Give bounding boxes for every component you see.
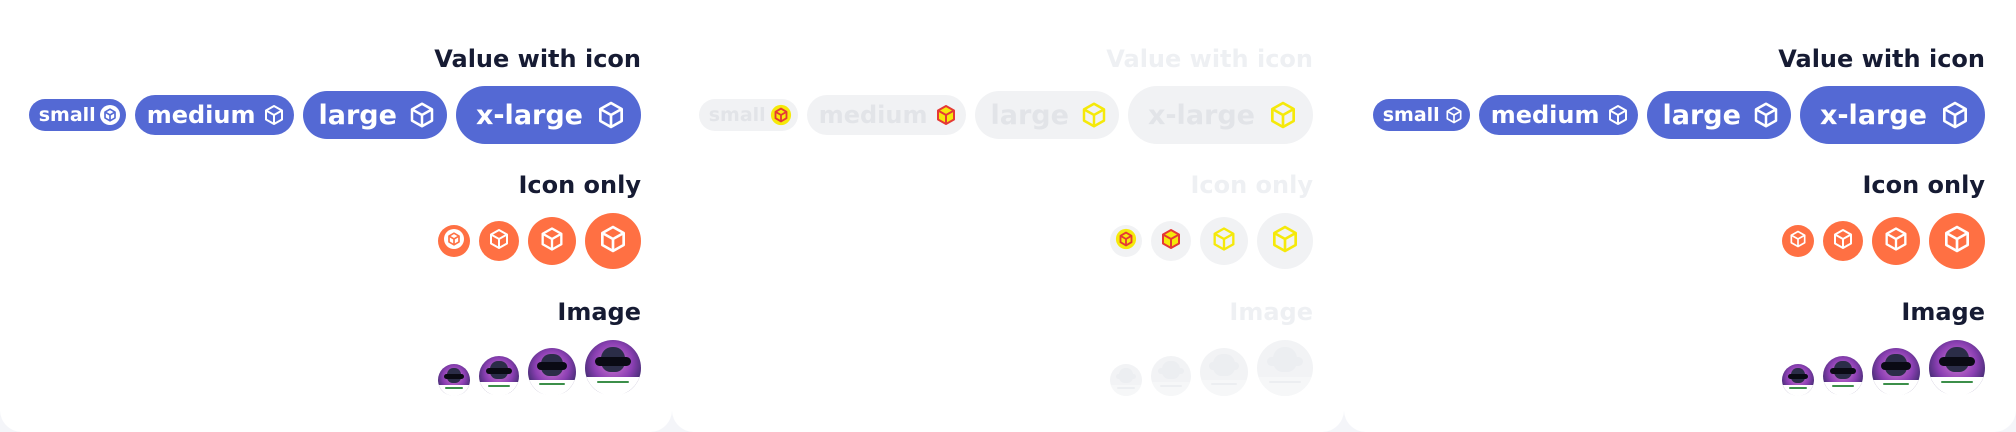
avatar-large <box>1200 348 1248 396</box>
badge-panel-2-disabled: Value with icon small medium large x-lar… <box>672 0 1344 432</box>
badge-medium: medium <box>134 95 294 135</box>
badge-x-large: x-large <box>1127 86 1313 144</box>
cube-icon <box>538 225 566 257</box>
avatar-small <box>438 364 470 396</box>
section-title-image: Image <box>557 298 641 326</box>
badge-label: large <box>318 99 397 131</box>
cube-icon <box>1831 227 1855 255</box>
cube-icon <box>1788 229 1808 253</box>
cube-icon <box>99 105 120 125</box>
badge-label: x-large <box>475 99 583 131</box>
icon-badge-medium <box>1151 221 1191 261</box>
icon-badge-medium <box>1823 221 1863 261</box>
icon-badge-large <box>528 217 576 265</box>
cube-icon <box>934 103 958 127</box>
avatar-small <box>1110 364 1142 396</box>
badge-label: small <box>38 104 96 126</box>
badge-label: medium <box>818 101 928 129</box>
badge-label: large <box>1662 99 1741 131</box>
avatar-medium <box>479 356 519 396</box>
badge-label: medium <box>146 101 256 129</box>
icon-badge-medium <box>479 221 519 261</box>
avatar-x-large <box>1257 340 1313 396</box>
avatar-x-large <box>585 340 641 396</box>
badge-large: large <box>974 91 1119 139</box>
cube-icon <box>1159 227 1183 255</box>
section-title-image: Image <box>1229 298 1313 326</box>
icon-badge-small <box>1110 225 1142 257</box>
section-title-icon-only: Icon only <box>1862 171 1985 199</box>
cube-icon <box>597 223 629 259</box>
section-title-value-with-icon: Value with icon <box>1106 45 1313 73</box>
badge-label: small <box>1382 104 1440 126</box>
cube-icon <box>1751 100 1781 130</box>
badge-x-large: x-large <box>455 86 641 144</box>
avatar-large <box>528 348 576 396</box>
badge-medium: medium <box>1478 95 1638 135</box>
cube-icon <box>1444 105 1464 125</box>
badge-panel-3: Value with icon small medium large x-lar… <box>1344 0 2016 432</box>
badge-large: large <box>1646 91 1791 139</box>
section-title-icon-only: Icon only <box>518 171 641 199</box>
icon-badge-x-large <box>1929 213 1985 269</box>
badge-large: large <box>302 91 447 139</box>
cube-icon <box>1269 223 1301 259</box>
avatar-medium <box>1151 356 1191 396</box>
cube-icon <box>487 227 511 255</box>
icon-badge-small <box>1782 225 1814 257</box>
cube-icon <box>1939 99 1971 131</box>
cube-icon <box>1210 225 1238 257</box>
badge-label: x-large <box>1147 99 1255 131</box>
section-title-icon-only: Icon only <box>1190 171 1313 199</box>
avatar-x-large <box>1929 340 1985 396</box>
badge-label: large <box>990 99 1069 131</box>
avatar-small <box>1782 364 1814 396</box>
cube-icon <box>1606 103 1630 127</box>
badge-small: small <box>698 99 798 131</box>
cube-icon <box>407 100 437 130</box>
icon-badge-small <box>438 225 470 257</box>
cube-icon <box>262 103 286 127</box>
avatar-large <box>1872 348 1920 396</box>
section-title-value-with-icon: Value with icon <box>1778 45 1985 73</box>
icon-badge-large <box>1872 217 1920 265</box>
cube-icon <box>595 99 627 131</box>
cube-icon <box>1941 223 1973 259</box>
cube-icon <box>770 104 792 126</box>
badge-medium: medium <box>806 95 966 135</box>
badge-label: x-large <box>1819 99 1927 131</box>
badge-small: small <box>1372 99 1470 131</box>
icon-badge-x-large <box>1257 213 1313 269</box>
cube-icon <box>444 229 464 253</box>
badge-x-large: x-large <box>1799 86 1985 144</box>
section-title-image: Image <box>1901 298 1985 326</box>
badge-label: medium <box>1490 101 1600 129</box>
badge-panel-1: Value with icon small medium large x-lar… <box>0 0 672 432</box>
cube-icon <box>1115 228 1137 254</box>
icon-badge-x-large <box>585 213 641 269</box>
avatar-medium <box>1823 356 1863 396</box>
icon-badge-large <box>1200 217 1248 265</box>
cube-icon <box>1079 100 1109 130</box>
section-title-value-with-icon: Value with icon <box>434 45 641 73</box>
cube-icon <box>1882 225 1910 257</box>
cube-icon <box>1267 99 1299 131</box>
badge-label: small <box>708 104 766 126</box>
badge-small: small <box>28 99 126 131</box>
